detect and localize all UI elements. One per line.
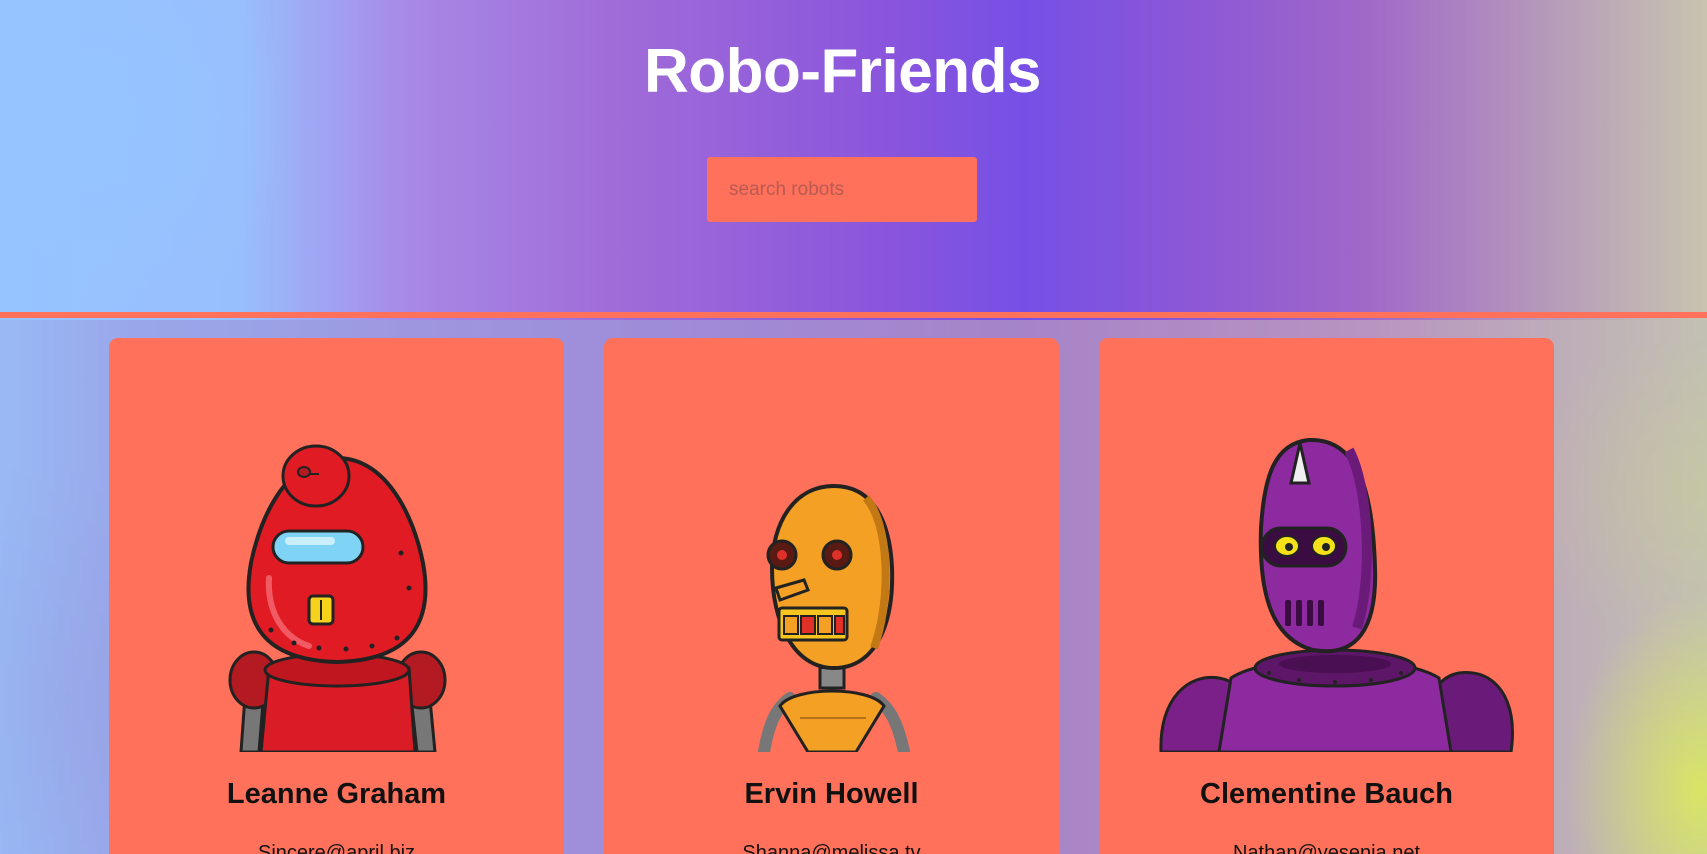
page-title: Robo-Friends	[644, 37, 1041, 106]
robot-name: Ervin Howell	[744, 778, 919, 810]
robot-card[interactable]: Ervin Howell Shanna@melissa.tv	[604, 338, 1059, 854]
robot-email: Shanna@melissa.tv	[742, 842, 921, 854]
orange-robot-avatar	[758, 483, 910, 752]
robot-name: Clementine Bauch	[1200, 778, 1453, 810]
robot-card[interactable]: Clementine Bauch Nathan@yesenia.net	[1099, 338, 1554, 854]
robot-email: Nathan@yesenia.net	[1232, 842, 1421, 854]
red-robot-avatar	[228, 444, 447, 752]
app-header: Robo-Friends	[0, 0, 1707, 312]
purple-robot-avatar	[1159, 437, 1514, 752]
header-divider	[0, 312, 1707, 318]
robot-card[interactable]: Leanne Graham Sincere@april.biz	[109, 338, 564, 854]
robot-name: Leanne Graham	[226, 778, 447, 810]
search-input[interactable]	[707, 157, 977, 222]
robot-email: Sincere@april.biz	[257, 842, 416, 854]
